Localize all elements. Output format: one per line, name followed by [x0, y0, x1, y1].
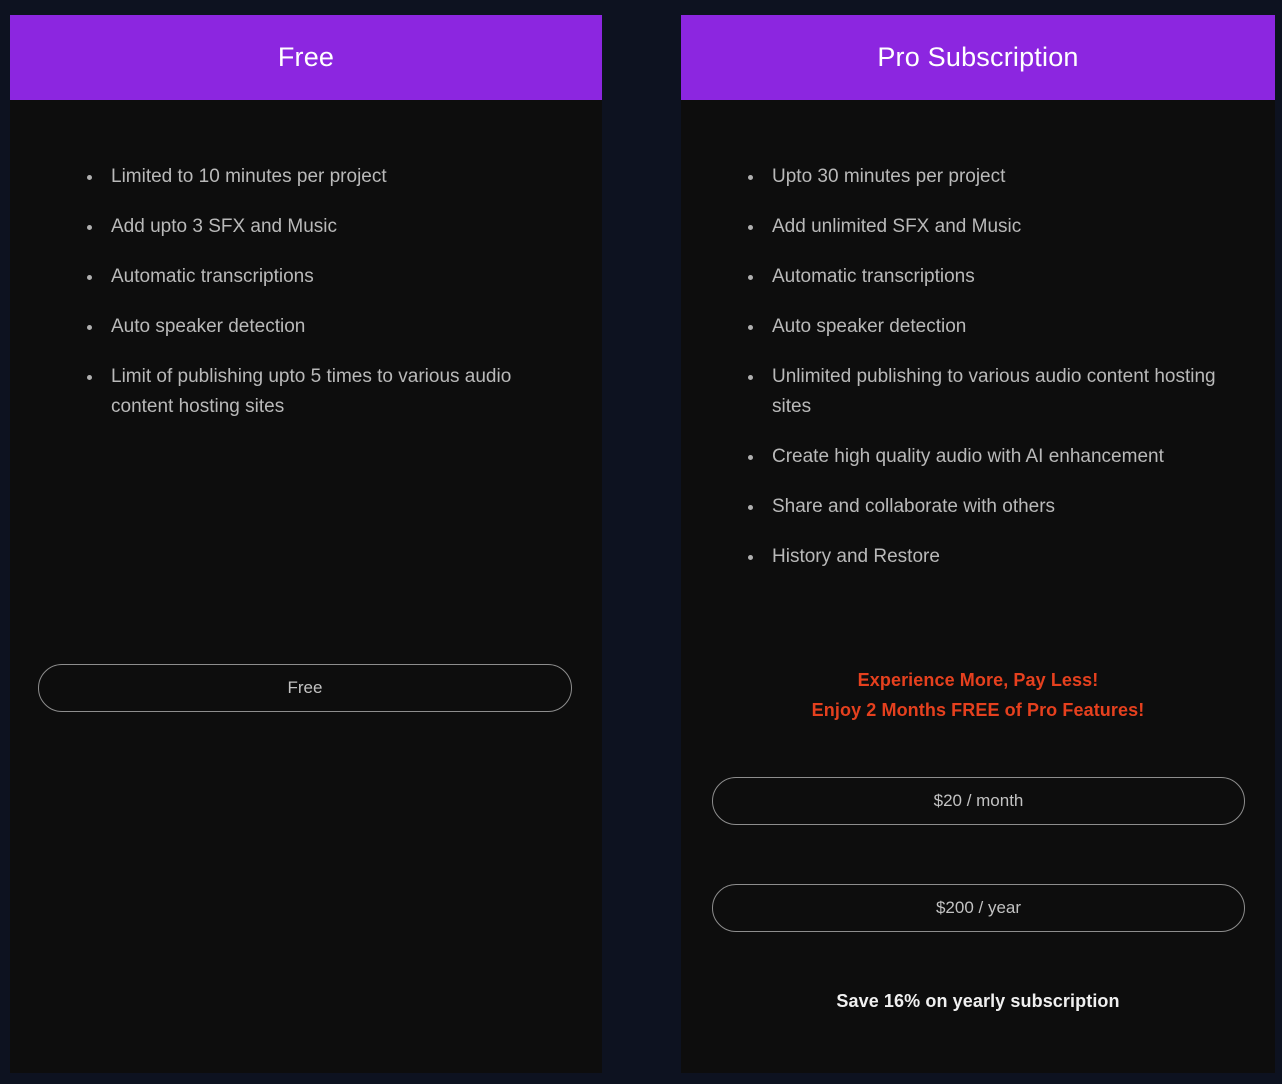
feature-list-pro: Upto 30 minutes per project Add unlimite…	[746, 162, 1256, 592]
feature-item: Limit of publishing upto 5 times to vari…	[85, 362, 555, 422]
feature-item: History and Restore	[746, 542, 1256, 572]
promo-line-2: Enjoy 2 Months FREE of Pro Features!	[811, 700, 1145, 720]
subscribe-monthly-button[interactable]: $20 / month	[712, 777, 1245, 825]
plan-title-free: Free	[277, 42, 335, 72]
feature-item: Add unlimited SFX and Music	[746, 212, 1256, 242]
feature-item: Auto speaker detection	[85, 312, 555, 342]
plan-header-free: Free	[10, 15, 602, 100]
feature-item: Auto speaker detection	[746, 312, 1256, 342]
plan-title-pro: Pro Subscription	[877, 42, 1079, 72]
plan-body-pro: Upto 30 minutes per project Add unlimite…	[681, 100, 1275, 1073]
feature-item: Add upto 3 SFX and Music	[85, 212, 555, 242]
feature-item: Share and collaborate with others	[746, 492, 1256, 522]
feature-item: Automatic transcriptions	[85, 262, 555, 292]
feature-item: Automatic transcriptions	[746, 262, 1256, 292]
feature-list-free: Limited to 10 minutes per project Add up…	[85, 162, 555, 442]
promo-line-1: Experience More, Pay Less!	[857, 670, 1099, 690]
pricing-plans-page: Free Limited to 10 minutes per project A…	[0, 0, 1282, 1084]
plan-body-free: Limited to 10 minutes per project Add up…	[10, 100, 602, 1073]
yearly-savings-note: Save 16% on yearly subscription	[836, 991, 1120, 1011]
feature-item: Upto 30 minutes per project	[746, 162, 1256, 192]
select-free-plan-button[interactable]: Free	[38, 664, 572, 712]
plan-card-pro: Pro Subscription Upto 30 minutes per pro…	[681, 15, 1275, 1073]
promo-banner: Experience More, Pay Less! Enjoy 2 Month…	[681, 665, 1275, 725]
subscribe-yearly-button[interactable]: $200 / year	[712, 884, 1245, 932]
feature-item: Create high quality audio with AI enhanc…	[746, 442, 1256, 472]
plan-card-free: Free Limited to 10 minutes per project A…	[10, 15, 602, 1073]
feature-item: Unlimited publishing to various audio co…	[746, 362, 1256, 422]
plan-header-pro: Pro Subscription	[681, 15, 1275, 100]
feature-item: Limited to 10 minutes per project	[85, 162, 555, 192]
